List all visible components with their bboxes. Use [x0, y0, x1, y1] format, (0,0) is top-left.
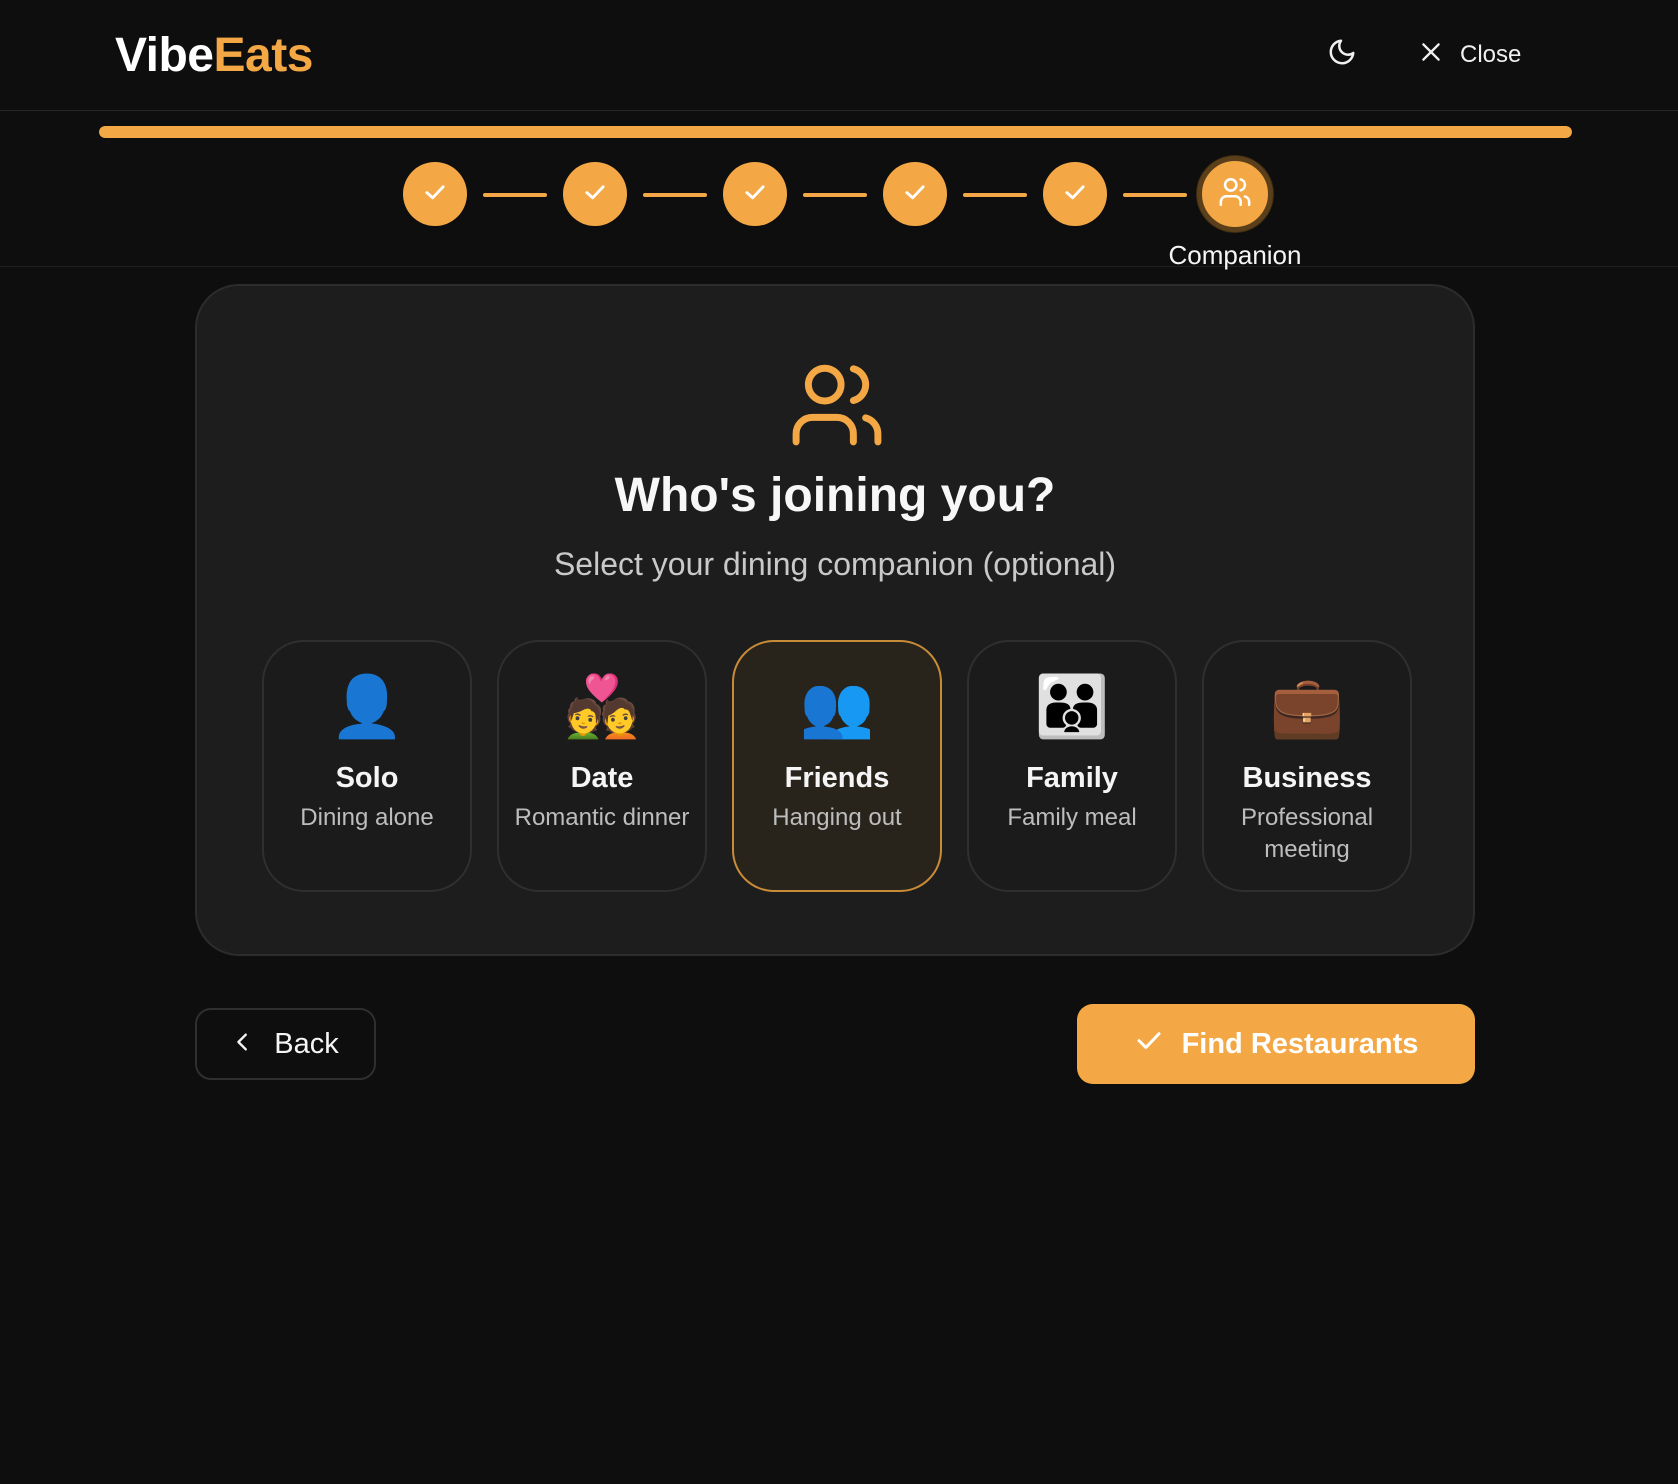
option-description: Professional meeting [1240, 804, 1374, 863]
family-icon: 👪 [1034, 673, 1110, 740]
step-4-complete[interactable] [883, 162, 947, 226]
step-3-complete[interactable] [723, 162, 787, 226]
option-solo[interactable]: 👤 Solo Dining alone [262, 640, 472, 892]
step-5-complete[interactable] [1043, 162, 1107, 226]
option-family[interactable]: 👪 Family Family meal [967, 640, 1177, 892]
check-icon [741, 178, 769, 211]
step-1-complete[interactable] [403, 162, 467, 226]
logo-text-eats: Eats [213, 29, 314, 82]
card-title: Who's joining you? [614, 469, 1056, 522]
option-title: Date [570, 762, 634, 794]
back-button[interactable]: Back [195, 1008, 376, 1080]
step-connector [643, 193, 707, 197]
companion-card: Who's joining you? Select your dining co… [195, 284, 1475, 956]
step-6-current[interactable] [1197, 156, 1273, 232]
check-icon [1061, 178, 1089, 211]
step-2-complete[interactable] [563, 162, 627, 226]
option-business[interactable]: 💼 Business Professional meeting [1202, 640, 1412, 892]
close-icon [1418, 39, 1444, 72]
close-button[interactable]: Close [1418, 33, 1521, 77]
top-bar: VibeEats Close [0, 0, 1678, 111]
option-description: Family meal [1007, 804, 1137, 831]
option-description: Romantic dinner [514, 804, 690, 831]
step-indicators: Companion [0, 112, 1678, 270]
close-label: Close [1460, 41, 1522, 68]
users-icon [787, 356, 887, 446]
option-title: Family [1026, 762, 1118, 794]
theme-toggle-button[interactable] [1322, 34, 1362, 74]
check-icon [901, 178, 929, 211]
logo-text-vibe: Vibe [115, 29, 214, 82]
friends-group-icon: 👥 [799, 673, 875, 740]
step-connector [803, 193, 867, 197]
users-icon [1218, 175, 1252, 214]
check-icon [581, 178, 609, 211]
option-title: Friends [784, 762, 890, 794]
find-restaurants-button[interactable]: Find Restaurants [1077, 1004, 1475, 1084]
option-description: Dining alone [300, 804, 434, 831]
step-connector [1123, 193, 1187, 197]
back-label: Back [274, 1027, 339, 1060]
find-restaurants-label: Find Restaurants [1181, 1027, 1419, 1060]
option-title: Solo [335, 762, 399, 794]
option-description: Hanging out [772, 804, 902, 831]
briefcase-icon: 💼 [1269, 673, 1345, 740]
option-title: Business [1242, 762, 1372, 794]
check-icon [1134, 1025, 1164, 1063]
couple-heart-icon: 💑 [564, 673, 640, 740]
check-icon [421, 178, 449, 211]
option-friends[interactable]: 👥 Friends Hanging out [732, 640, 942, 892]
chevron-left-icon [232, 1028, 254, 1061]
step-connector [483, 193, 547, 197]
app-logo[interactable]: VibeEats [115, 26, 313, 86]
option-date[interactable]: 💑 Date Romantic dinner [497, 640, 707, 892]
current-step-label: Companion [1168, 240, 1302, 270]
solo-person-icon: 👤 [329, 673, 405, 740]
step-connector [963, 193, 1027, 197]
companion-options: 👤 Solo Dining alone 💑 Date Romantic dinn… [262, 640, 1412, 892]
card-subtitle: Select your dining companion (optional) [553, 546, 1117, 582]
moon-icon [1327, 37, 1357, 72]
